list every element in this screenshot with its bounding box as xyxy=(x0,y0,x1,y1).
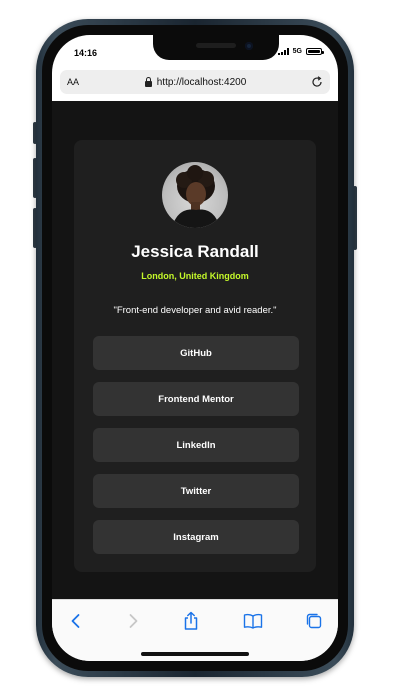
url-field[interactable]: http://localhost:4200 xyxy=(144,76,247,88)
network-label: 5G xyxy=(292,48,302,55)
profile-bio: "Front-end developer and avid reader." xyxy=(113,305,277,316)
address-bar[interactable]: AA http://localhost:4200 xyxy=(60,70,330,94)
tabs-icon[interactable] xyxy=(303,610,325,632)
bookmarks-icon[interactable] xyxy=(242,610,264,632)
status-time: 14:16 xyxy=(74,48,98,58)
github-link-button[interactable]: GitHub xyxy=(93,336,299,370)
battery-icon xyxy=(306,48,324,55)
text-size-button[interactable]: AA xyxy=(67,77,79,87)
share-icon[interactable] xyxy=(180,610,202,632)
url-text: http://localhost:4200 xyxy=(156,76,247,88)
back-icon[interactable] xyxy=(65,610,87,632)
camera-icon xyxy=(245,42,253,50)
avatar xyxy=(162,162,228,228)
social-links: GitHub Frontend Mentor LinkedIn Twitter … xyxy=(93,336,299,566)
signal-icon xyxy=(277,48,289,55)
notch xyxy=(153,35,279,60)
home-indicator xyxy=(141,652,249,656)
profile-name: Jessica Randall xyxy=(131,242,259,261)
status-indicators: 5G xyxy=(277,48,324,55)
lock-icon xyxy=(144,77,153,87)
profile-card: Jessica Randall London, United Kingdom "… xyxy=(74,140,316,572)
reload-icon[interactable] xyxy=(311,76,323,88)
forward-icon[interactable] xyxy=(122,610,144,632)
browser-toolbar xyxy=(52,599,338,661)
twitter-link-button[interactable]: Twitter xyxy=(93,474,299,508)
frontend-mentor-link-button[interactable]: Frontend Mentor xyxy=(93,382,299,416)
device-mockup: 14:16 5G AA http://localhost:4200 Jessic… xyxy=(0,0,404,694)
speaker-grille xyxy=(196,43,236,48)
linkedin-link-button[interactable]: LinkedIn xyxy=(93,428,299,462)
profile-location: London, United Kingdom xyxy=(141,271,249,281)
web-page: Jessica Randall London, United Kingdom "… xyxy=(52,101,338,599)
instagram-link-button[interactable]: Instagram xyxy=(93,520,299,554)
phone-screen: 14:16 5G AA http://localhost:4200 Jessic… xyxy=(52,35,338,661)
